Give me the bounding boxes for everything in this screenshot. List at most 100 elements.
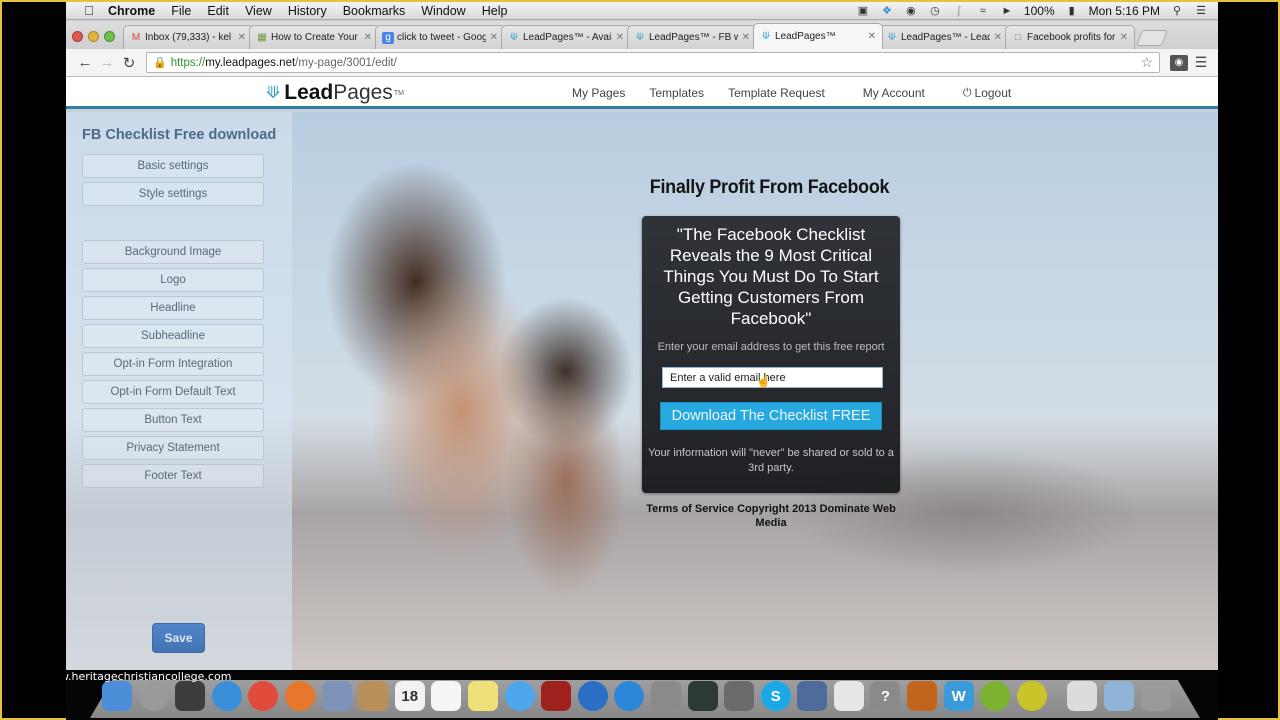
nav-templates[interactable]: Templates [649, 86, 704, 100]
optin-form-integration-button[interactable]: Opt-in Form Integration [82, 352, 264, 376]
video-frame:  Chrome File Edit View History Bookmark… [0, 0, 1280, 720]
close-tab-icon[interactable]: ✕ [238, 32, 246, 43]
menu-window[interactable]: Window [413, 4, 473, 18]
menu-bookmarks[interactable]: Bookmarks [335, 4, 414, 18]
forward-button[interactable]: → [96, 54, 118, 71]
launchpad-icon[interactable] [138, 681, 169, 711]
safari-icon[interactable] [211, 681, 242, 711]
help-icon[interactable]: ? [870, 681, 901, 711]
back-button[interactable]: ← [74, 54, 96, 71]
basic-settings-button[interactable]: Basic settings [82, 154, 264, 178]
menu-file[interactable]: File [163, 4, 199, 18]
menu-edit[interactable]: Edit [199, 4, 237, 18]
dashboard-icon[interactable] [175, 681, 206, 711]
tab-leadpages-fb[interactable]: ⟱ LeadPages™ - FB we ✕ [627, 25, 757, 49]
close-tab-icon[interactable]: ✕ [1120, 32, 1128, 43]
nav-my-account[interactable]: My Account [863, 86, 925, 100]
mail-icon[interactable] [321, 681, 352, 711]
close-tab-icon[interactable]: ✕ [742, 32, 750, 43]
time-machine-icon[interactable]: ◷ [928, 5, 942, 17]
menu-history[interactable]: History [280, 4, 335, 18]
chrome-icon[interactable] [248, 681, 279, 711]
nav-logout[interactable]: ⏻ Logout [963, 86, 1011, 100]
apple-icon[interactable]:  [78, 3, 100, 18]
footer-text[interactable]: Terms of Service Copyright 2013 Dominate… [642, 502, 900, 530]
evernote-icon[interactable]: ◉ [904, 5, 918, 17]
calendar-icon[interactable]: 18 [394, 681, 425, 711]
background-image-button[interactable]: Background Image [82, 240, 264, 264]
menu-app-name[interactable]: Chrome [100, 4, 163, 18]
notes-icon[interactable] [467, 681, 498, 711]
evernote-extension-icon[interactable]: ◉ [1170, 54, 1188, 71]
optin-form-default-text-button[interactable]: Opt-in Form Default Text [82, 380, 264, 404]
save-button[interactable]: Save [152, 623, 205, 653]
screen-record-icon[interactable]: ▣ [856, 5, 870, 17]
headline-button[interactable]: Headline [82, 296, 264, 320]
tab-click-to-tweet[interactable]: g click to tweet - Goog ✕ [375, 25, 505, 49]
footer-text-button[interactable]: Footer Text [82, 464, 264, 488]
tab-leadpages-active[interactable]: ⟱ LeadPages™ ✕ [753, 23, 883, 49]
minimize-window-button[interactable] [88, 30, 99, 42]
folder-icon[interactable] [1104, 681, 1135, 711]
reminders-icon[interactable] [431, 681, 462, 711]
logo-button[interactable]: Logo [82, 268, 264, 292]
menu-help[interactable]: Help [474, 4, 516, 18]
spotlight-search-icon[interactable]: ⚲ [1170, 5, 1184, 17]
nav-my-pages[interactable]: My Pages [572, 86, 625, 100]
word-icon[interactable]: W [943, 681, 974, 711]
clock[interactable]: Mon 5:16 PM [1089, 4, 1160, 18]
zoom-window-button[interactable] [104, 30, 115, 42]
system-preferences-icon[interactable] [650, 681, 681, 711]
volume-icon[interactable]: ► [1000, 5, 1014, 17]
imovie-icon[interactable] [797, 681, 828, 711]
new-tab-button[interactable] [1136, 30, 1168, 46]
reload-button[interactable]: ↻ [118, 54, 140, 72]
audio-app-icon[interactable] [1016, 681, 1047, 711]
knight-app-icon[interactable] [724, 681, 755, 711]
contacts-icon[interactable] [358, 681, 389, 711]
close-tab-icon[interactable]: ✕ [994, 32, 1002, 43]
skype-icon[interactable]: S [760, 681, 791, 711]
photo-booth-icon[interactable] [541, 681, 572, 711]
dropbox-icon[interactable]: ❖ [880, 5, 894, 17]
style-settings-button[interactable]: Style settings [82, 182, 264, 206]
text-edit-icon[interactable] [833, 681, 864, 711]
menu-view[interactable]: View [237, 4, 280, 18]
trash-icon[interactable] [1140, 681, 1171, 711]
close-tab-icon[interactable]: ✕ [616, 32, 624, 43]
wifi-icon[interactable]: ≈ [976, 5, 990, 17]
chrome-menu-icon[interactable]: ☰ [1192, 54, 1210, 71]
landing-subheadline[interactable]: "The Facebook Checklist Reveals the 9 Mo… [650, 224, 892, 329]
close-tab-icon[interactable]: ✕ [868, 31, 876, 42]
itunes-icon[interactable] [577, 681, 608, 711]
close-tab-icon[interactable]: ✕ [364, 32, 372, 43]
tab-facebook-profits[interactable]: □ Facebook profits for ✕ [1005, 25, 1135, 49]
bookmark-star-icon[interactable]: ☆ [1140, 54, 1153, 71]
tab-gmail-inbox[interactable]: M Inbox (79,333) - kel ✕ [123, 25, 253, 49]
button-text-button[interactable]: Button Text [82, 408, 264, 432]
keynote-icon[interactable] [907, 681, 938, 711]
finder-icon[interactable] [102, 681, 132, 711]
tab-how-to-create[interactable]: ▦ How to Create Your ✕ [249, 25, 379, 49]
subheadline-button[interactable]: Subheadline [82, 324, 264, 348]
close-tab-icon[interactable]: ✕ [490, 32, 498, 43]
battery-icon[interactable]: ▮ [1065, 5, 1079, 17]
download-checklist-button[interactable]: Download The Checklist FREE [660, 402, 882, 430]
email-input[interactable] [662, 367, 883, 388]
privacy-statement-button[interactable]: Privacy Statement [82, 436, 264, 460]
close-window-button[interactable] [72, 30, 83, 42]
tab-leadpages-available[interactable]: ⟱ LeadPages™ - Availa ✕ [501, 25, 631, 49]
firefox-icon[interactable] [284, 681, 315, 711]
messages-icon[interactable] [504, 681, 535, 711]
nav-template-request[interactable]: Template Request [728, 86, 825, 100]
address-bar[interactable]: 🔒 https:// my.leadpages.net /my-page/300… [146, 52, 1160, 73]
leadpages-logo[interactable]: ⟱ Lead Pages TM [266, 81, 404, 105]
tab-leadpages-leadp[interactable]: ⟱ LeadPages™ - LeadP ✕ [879, 25, 1009, 49]
app-store-icon[interactable] [614, 681, 645, 711]
document-icon[interactable] [1067, 681, 1098, 711]
bluetooth-icon[interactable]: ∫ [952, 5, 966, 17]
landing-headline[interactable]: Finally Profit From Facebook [643, 176, 896, 199]
notification-center-icon[interactable]: ☰ [1194, 5, 1208, 17]
activity-monitor-icon[interactable] [687, 681, 718, 711]
clock-app-icon[interactable] [980, 681, 1011, 711]
